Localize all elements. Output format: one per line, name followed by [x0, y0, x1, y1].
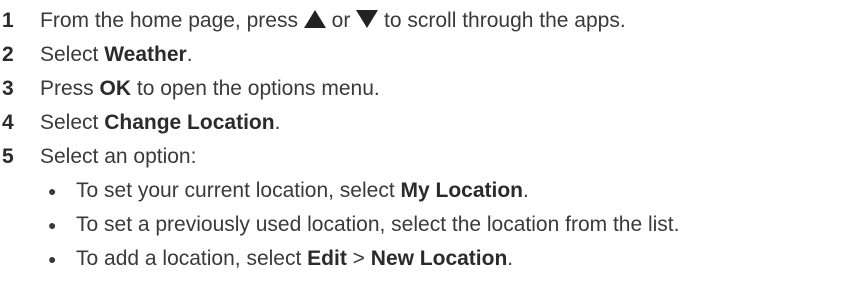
ui-term: New Location — [370, 247, 508, 270]
bullet-text-part: . — [523, 179, 529, 202]
bullet-text-part: To set your current location, select — [76, 179, 395, 202]
bullet-dot-icon: ● — [48, 183, 57, 199]
bullet-text-part: To add a location, select — [76, 247, 302, 270]
ui-term: Edit — [307, 247, 347, 270]
step-text: Select Weather. — [40, 40, 193, 70]
ui-term: OK — [99, 77, 132, 100]
down-triangle-icon — [356, 10, 379, 28]
step-text-part: Press — [40, 77, 94, 100]
step-number: 3 — [2, 77, 14, 100]
ui-term: My Location — [400, 179, 524, 202]
step-text-part: to scroll through the apps. — [384, 9, 626, 32]
step-number: 4 — [2, 111, 14, 134]
step-text-part: to open the options menu. — [136, 77, 380, 100]
up-triangle-icon — [303, 10, 326, 28]
bullet-text: To add a location, select Edit > New Loc… — [76, 244, 513, 274]
step-text-part: . — [274, 111, 281, 134]
bullet-dot-icon: ● — [48, 251, 57, 267]
step-text: Select an option: — [40, 145, 197, 168]
step-text-part: . — [186, 43, 193, 66]
step-text: Select Change Location. — [40, 108, 280, 138]
bullet-text: To set your current location, select My … — [76, 176, 529, 206]
instruction-document: 1 From the home page, press or to scroll… — [0, 0, 858, 286]
step-text-part: Select — [40, 43, 99, 66]
step-text-part: or — [331, 9, 351, 32]
bullet-dot-icon: ● — [48, 217, 57, 233]
ui-term: Change Location — [104, 111, 275, 134]
step-number: 1 — [2, 9, 14, 32]
step-number: 2 — [2, 43, 14, 66]
bullet-text: To set a previously used location, selec… — [76, 213, 680, 236]
step-text: From the home page, press or to scroll t… — [40, 6, 626, 36]
step-text-part: From the home page, press — [40, 9, 298, 32]
ui-term: Weather — [104, 43, 187, 66]
step-text: Press OK to open the options menu. — [40, 74, 380, 104]
menu-separator: > — [352, 247, 365, 270]
bullet-text-part: . — [507, 247, 514, 270]
step-number: 5 — [2, 145, 14, 168]
step-text-part: Select — [40, 111, 99, 134]
